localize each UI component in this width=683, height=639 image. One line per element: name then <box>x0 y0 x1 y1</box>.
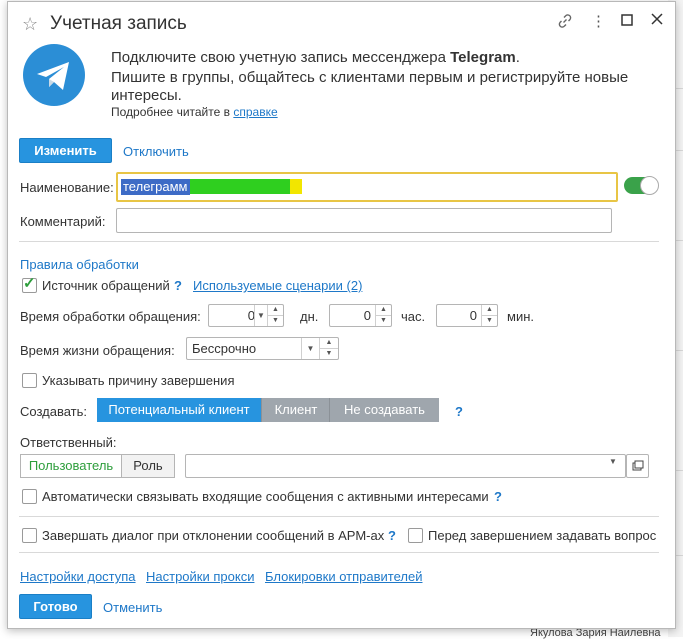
favorite-star-icon[interactable]: ☆ <box>22 14 38 35</box>
comment-input[interactable] <box>116 208 612 233</box>
header-line-1: Подключите свою учетную запись мессендже… <box>111 49 520 66</box>
create-option-client[interactable]: Клиент <box>261 398 330 422</box>
maximize-icon[interactable] <box>620 13 634 31</box>
responsible-label: Ответственный: <box>20 435 117 450</box>
responsible-tab-user[interactable]: Пользователь <box>20 454 122 478</box>
finish-dialog-checkbox[interactable] <box>22 528 37 543</box>
name-input-value: телеграмм <box>121 179 190 195</box>
messenger-name: Telegram <box>450 49 516 66</box>
access-settings-link[interactable]: Настройки доступа <box>20 569 136 584</box>
increment-icon: ▲ <box>482 305 497 316</box>
dialog-title: Учетная запись <box>50 13 187 34</box>
create-help-icon[interactable]: ? <box>455 404 463 419</box>
finish-dialog-label: Завершать диалог при отклонении сообщени… <box>42 528 385 543</box>
redaction-mark <box>290 179 302 194</box>
increment-icon: ▲ <box>320 338 338 349</box>
source-label: Источник обращений <box>42 278 170 293</box>
days-spinner[interactable]: 0 ▼ ▲ ▼ <box>208 304 284 327</box>
minutes-spinner[interactable]: 0 ▲ ▼ <box>436 304 498 327</box>
header-line-2: Пишите в группы, общайтесь с клиентами п… <box>111 69 629 104</box>
source-checkbox[interactable]: ✓ <box>22 275 37 293</box>
scenarios-link[interactable]: Используемые сценарии (2) <box>193 278 362 293</box>
section-divider <box>19 241 659 242</box>
link-icon[interactable] <box>557 13 573 33</box>
account-dialog: ☆ Учетная запись ⋮ Подключите свою учетн… <box>7 1 676 629</box>
create-option-none[interactable]: Не создавать <box>329 398 439 422</box>
autolink-checkbox[interactable] <box>22 489 37 504</box>
close-icon[interactable] <box>650 12 664 30</box>
name-input[interactable]: телеграмм <box>116 172 618 202</box>
help-link[interactable]: справке <box>233 105 277 119</box>
responsible-tab-role[interactable]: Роль <box>121 454 175 478</box>
processing-time-label: Время обработки обращения: <box>20 309 201 324</box>
telegram-logo-icon <box>23 44 85 106</box>
hours-unit-label: час. <box>401 309 426 324</box>
hours-spinner[interactable]: 0 ▲ ▼ <box>329 304 392 327</box>
decrement-icon: ▼ <box>380 317 387 324</box>
active-toggle[interactable] <box>624 176 659 195</box>
reason-checkbox[interactable] <box>22 373 37 388</box>
increment-icon: ▲ <box>268 305 283 316</box>
section-processing-rules-title: Правила обработки <box>20 257 139 272</box>
chevron-down-icon[interactable]: ▼ <box>609 457 617 466</box>
finish-dialog-help-icon[interactable]: ? <box>388 528 396 543</box>
lifetime-select[interactable]: Бессрочно ▼ ▲ ▼ <box>186 337 339 360</box>
lifetime-label: Время жизни обращения: <box>20 343 175 358</box>
checkmark-icon: ✓ <box>23 275 36 292</box>
change-button[interactable]: Изменить <box>19 138 112 163</box>
ok-button[interactable]: Готово <box>19 594 92 619</box>
increment-icon: ▲ <box>376 305 391 316</box>
source-help-icon[interactable]: ? <box>174 278 182 293</box>
header-line-3: Подробнее читайте в справке <box>111 105 278 119</box>
decrement-icon: ▼ <box>325 350 333 357</box>
section-divider <box>19 516 659 517</box>
section-divider <box>19 552 659 553</box>
autolink-help-icon[interactable]: ? <box>494 489 502 504</box>
open-icon[interactable] <box>626 454 649 478</box>
ask-question-checkbox[interactable] <box>408 528 423 543</box>
disconnect-link[interactable]: Отключить <box>123 144 189 159</box>
name-label: Наименование: <box>20 180 114 195</box>
more-menu-icon[interactable]: ⋮ <box>591 12 606 30</box>
responsible-input[interactable] <box>185 454 626 478</box>
cancel-link[interactable]: Отменить <box>103 600 162 615</box>
proxy-settings-link[interactable]: Настройки прокси <box>146 569 254 584</box>
comment-label: Комментарий: <box>20 214 106 229</box>
chevron-down-icon[interactable]: ▼ <box>301 338 319 359</box>
create-option-potential-client[interactable]: Потенциальный клиент <box>97 398 261 422</box>
decrement-icon: ▼ <box>486 317 493 324</box>
sender-blocks-link[interactable]: Блокировки отправителей <box>265 569 422 584</box>
chevron-down-icon[interactable]: ▼ <box>254 305 267 326</box>
redaction-mark <box>190 179 290 194</box>
minutes-unit-label: мин. <box>507 309 534 324</box>
ask-question-label: Перед завершением задавать вопрос <box>428 528 657 543</box>
decrement-icon: ▼ <box>272 317 279 324</box>
reason-label: Указывать причину завершения <box>42 373 235 388</box>
create-label: Создавать: <box>20 404 88 419</box>
days-unit-label: дн. <box>300 309 319 324</box>
autolink-label: Автоматически связывать входящие сообщен… <box>42 489 489 504</box>
